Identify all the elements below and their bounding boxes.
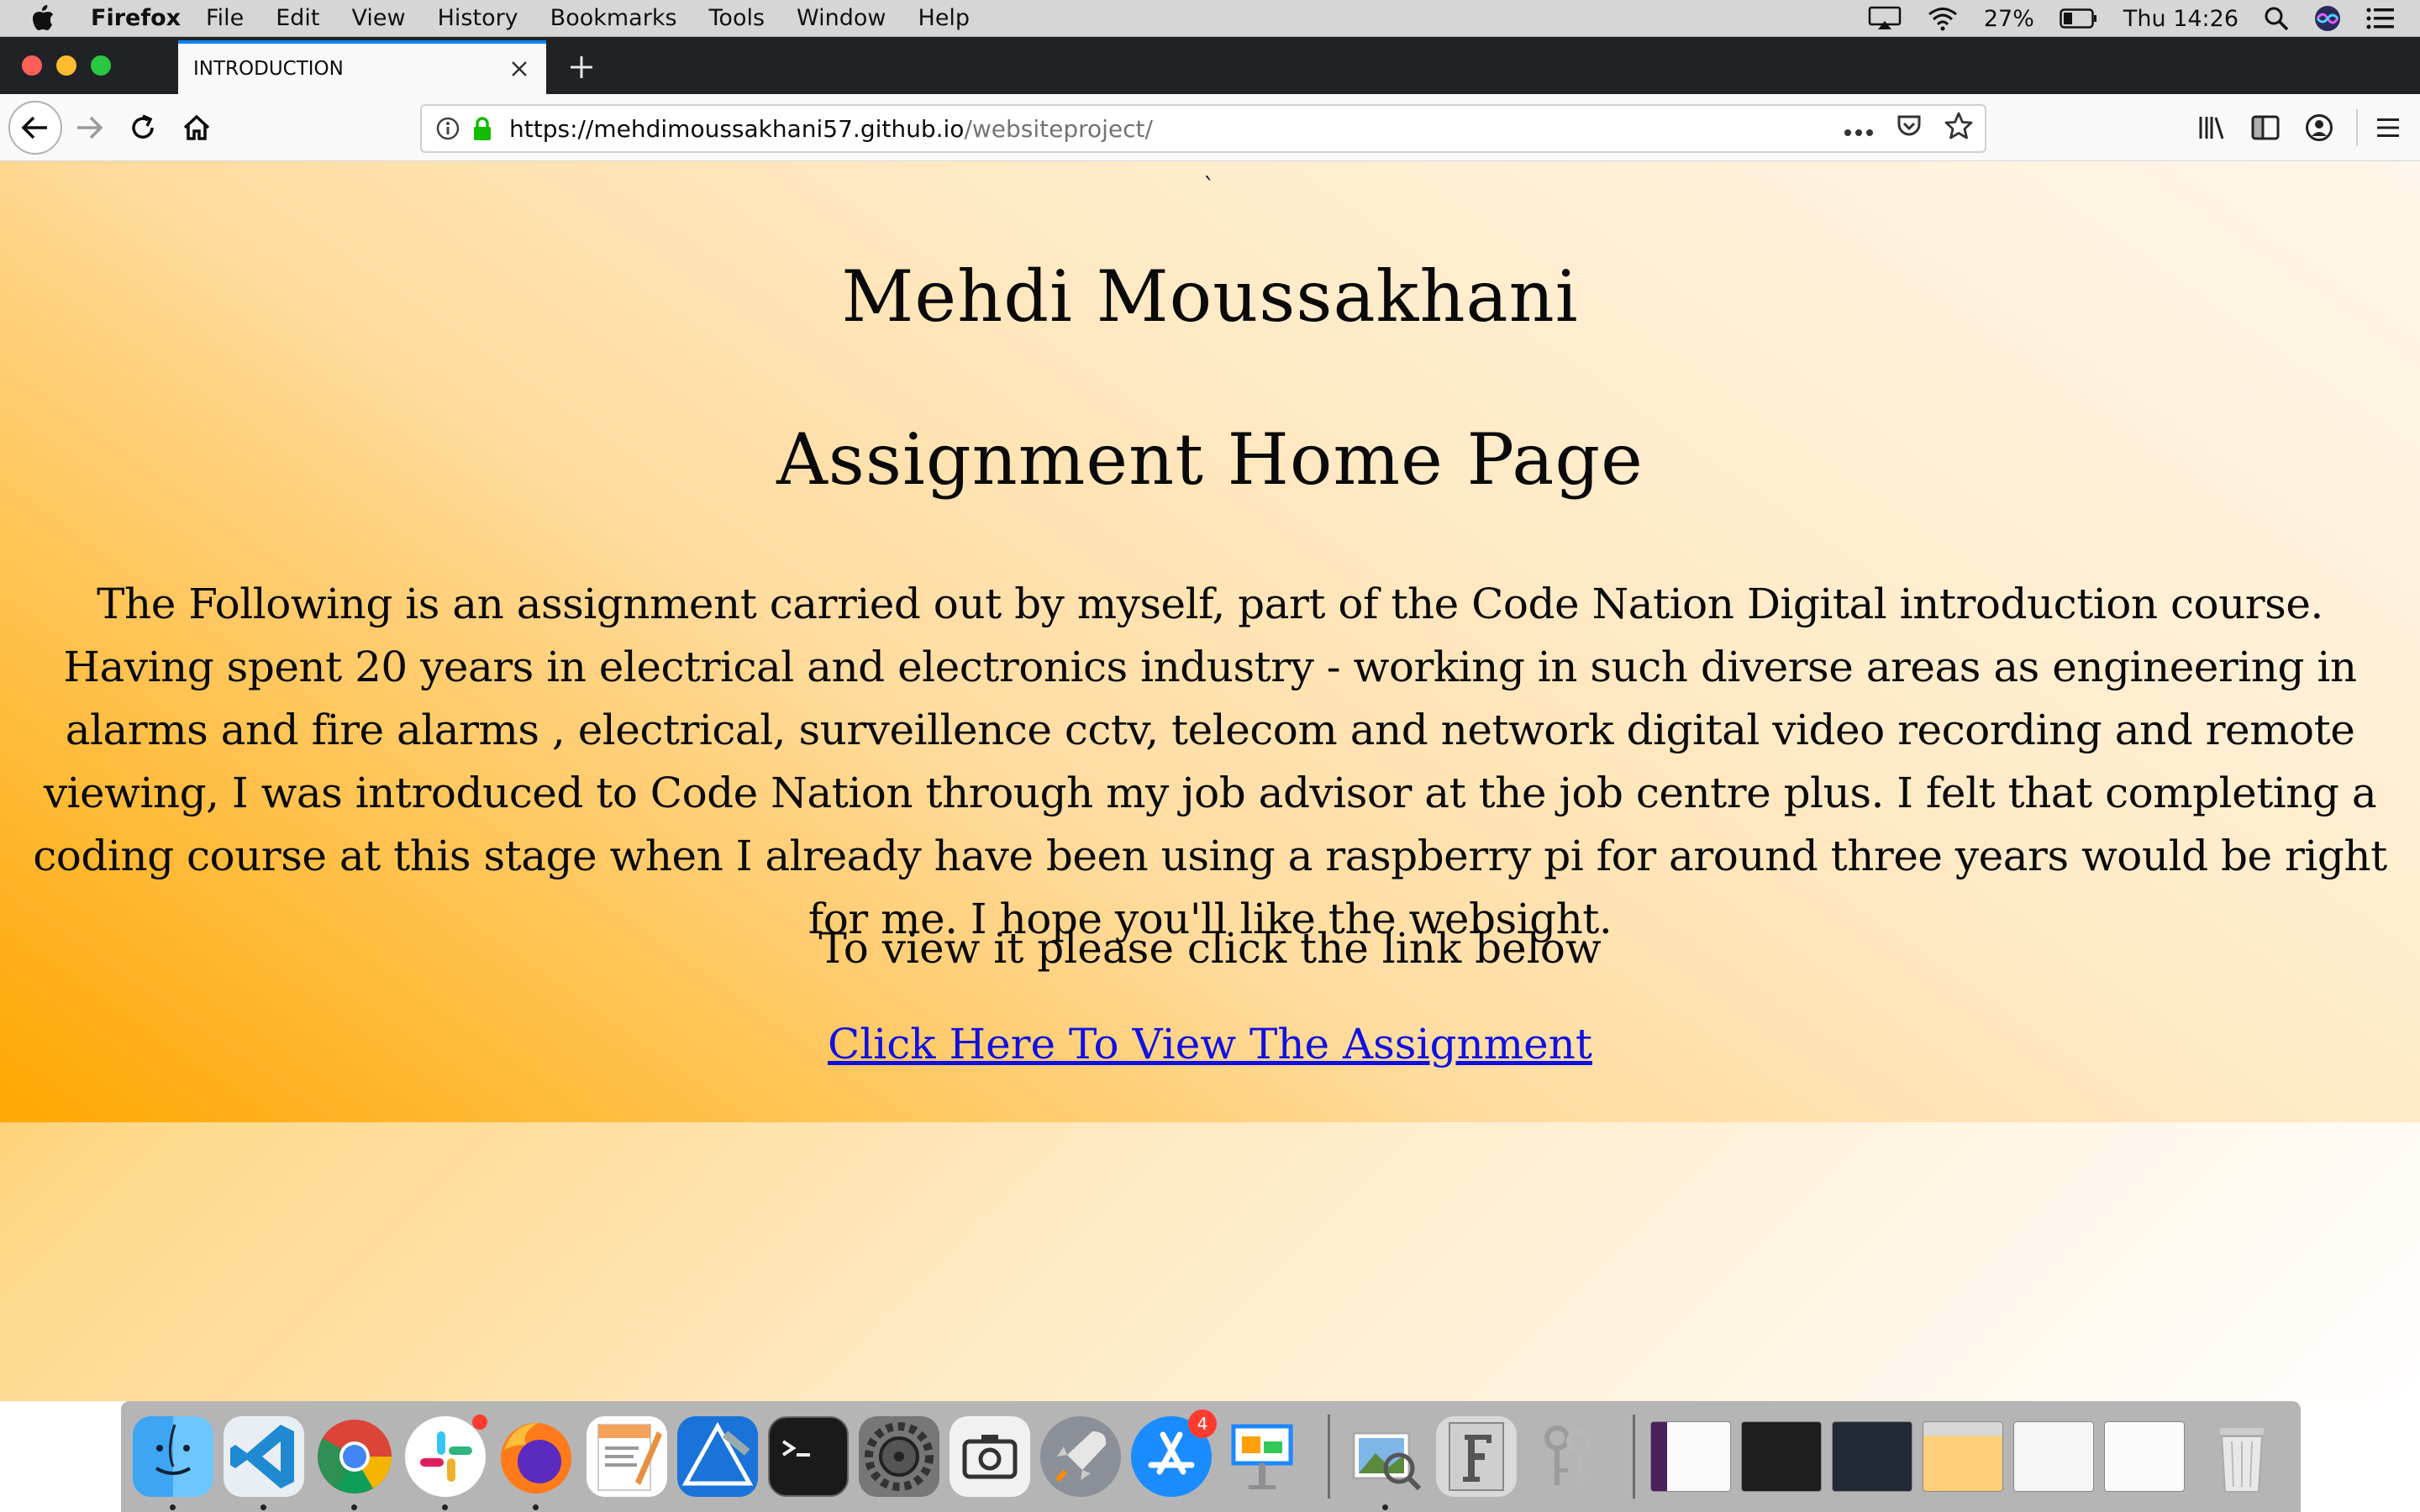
back-arrow-icon[interactable] <box>8 101 62 155</box>
keynote-icon[interactable] <box>1222 1416 1302 1497</box>
pocket-icon[interactable] <box>1896 113 1923 145</box>
font-book-icon[interactable] <box>1436 1416 1517 1497</box>
menu-file[interactable]: File <box>206 5 244 31</box>
view-prompt-text: To view it please click the link below <box>818 924 1602 973</box>
minimized-window-vscode-2[interactable] <box>1832 1421 1912 1492</box>
close-window-button[interactable] <box>22 55 42 76</box>
app-store-icon[interactable]: 4 <box>1131 1410 1217 1497</box>
account-avatar-icon[interactable] <box>2296 104 2343 151</box>
minimized-window-finder-1[interactable] <box>2013 1421 2094 1492</box>
slack-icon[interactable] <box>405 1415 487 1510</box>
launchpad-icon[interactable] <box>1040 1416 1121 1497</box>
secure-lock-icon[interactable] <box>471 114 494 143</box>
app-store-update-badge: 4 <box>1188 1410 1217 1438</box>
running-indicator <box>351 1504 357 1510</box>
page-viewport: ` Mehdi Moussakhani Assignment Home Page… <box>0 161 2420 1401</box>
toolbar-divider <box>2356 109 2358 146</box>
view-assignment-link[interactable]: Click Here To View The Assignment <box>0 1020 2420 1068</box>
battery-percentage: 27% <box>1983 5 2034 32</box>
battery-icon[interactable] <box>2060 8 2098 29</box>
slack-notification-badge <box>472 1415 487 1430</box>
intro-paragraph: The Following is an assignment carried o… <box>33 580 2387 943</box>
menu-bar: Firefox File Edit View History Bookmarks… <box>0 0 2420 37</box>
running-indicator <box>260 1504 266 1510</box>
menu-history[interactable]: History <box>438 5 518 31</box>
tab-close-icon[interactable] <box>504 54 534 84</box>
minimized-window-vscode-1[interactable] <box>1741 1421 1822 1492</box>
tab-title: INTRODUCTION <box>193 58 344 80</box>
pages-icon[interactable] <box>587 1416 667 1497</box>
running-indicator <box>533 1504 539 1510</box>
notification-center-icon[interactable] <box>2366 8 2395 29</box>
menu-window[interactable]: Window <box>797 5 886 31</box>
zoom-window-button[interactable] <box>91 55 111 76</box>
keychain-access-icon[interactable] <box>1527 1416 1607 1497</box>
reload-icon[interactable] <box>119 104 166 151</box>
minimized-window-browser[interactable] <box>1923 1421 2003 1492</box>
hamburger-menu-icon[interactable] <box>2365 104 2412 151</box>
home-icon[interactable] <box>173 104 220 151</box>
stray-tick-mark: ` <box>1203 173 1215 201</box>
trash-icon[interactable] <box>2202 1416 2282 1497</box>
minimize-window-button[interactable] <box>56 55 76 76</box>
menu-help[interactable]: Help <box>918 5 971 31</box>
chrome-icon[interactable] <box>314 1416 395 1510</box>
new-tab-plus-icon[interactable] <box>563 49 600 86</box>
running-indicator <box>170 1504 176 1510</box>
wifi-icon[interactable] <box>1927 6 1959 31</box>
menu-tools[interactable]: Tools <box>709 5 765 31</box>
window-controls <box>22 55 111 76</box>
author-name-heading: Mehdi Moussakhani <box>841 255 1579 338</box>
url-path: /websiteproject/ <box>964 114 1153 143</box>
url-host: https://mehdimoussakhani57.github.io <box>509 114 965 143</box>
dock-separator <box>1328 1415 1330 1499</box>
navigation-toolbar: https://mehdimoussakhani57.github.io/web… <box>0 94 2420 161</box>
apple-icon[interactable] <box>30 4 72 33</box>
minimized-window-slack[interactable] <box>1650 1421 1731 1492</box>
system-preferences-icon[interactable] <box>859 1416 939 1497</box>
firefox-icon[interactable] <box>496 1416 576 1510</box>
airplay-icon[interactable] <box>1868 6 1902 31</box>
sidebar-toggle-icon[interactable] <box>2242 104 2289 151</box>
dock-separator <box>1633 1415 1635 1499</box>
app-name-menu[interactable]: Firefox <box>91 5 181 31</box>
siri-icon[interactable] <box>2314 5 2341 32</box>
bookmark-star-icon[interactable] <box>1944 112 1973 146</box>
menu-bar-status-area: 27% Thu 14:26 <box>1868 0 2395 37</box>
running-indicator <box>1382 1504 1388 1510</box>
library-icon[interactable] <box>2188 104 2235 151</box>
running-indicator <box>442 1504 448 1510</box>
spotlight-search-icon[interactable] <box>2264 6 2289 31</box>
vscode-icon[interactable] <box>224 1416 304 1510</box>
menu-bookmarks[interactable]: Bookmarks <box>550 5 677 31</box>
menu-edit[interactable]: Edit <box>276 5 319 31</box>
preview-icon[interactable] <box>1345 1416 1426 1510</box>
clock[interactable]: Thu 14:26 <box>2123 6 2238 32</box>
page-actions-ellipsis-icon[interactable] <box>1844 115 1874 143</box>
menu-view[interactable]: View <box>352 5 406 31</box>
tab-introduction[interactable]: INTRODUCTION <box>178 40 546 94</box>
site-info-icon[interactable] <box>434 114 462 143</box>
minimized-window-finder-2[interactable] <box>2104 1421 2185 1492</box>
url-text[interactable]: https://mehdimoussakhani57.github.io/web… <box>509 115 1153 143</box>
intro-section: ` Mehdi Moussakhani Assignment Home Page… <box>0 161 2420 1122</box>
page-title: Assignment Home Page <box>776 418 1644 501</box>
terminal-icon[interactable] <box>768 1416 849 1497</box>
url-bar[interactable]: https://mehdimoussakhani57.github.io/web… <box>420 104 1986 153</box>
tab-strip: INTRODUCTION <box>0 37 2420 94</box>
finder-icon[interactable] <box>133 1416 213 1510</box>
url-bar-actions <box>1844 112 1973 146</box>
xcode-icon[interactable] <box>677 1416 758 1497</box>
screenshot-icon[interactable] <box>950 1416 1030 1497</box>
dock: 4 <box>121 1401 2301 1512</box>
forward-arrow-icon[interactable] <box>66 104 113 151</box>
